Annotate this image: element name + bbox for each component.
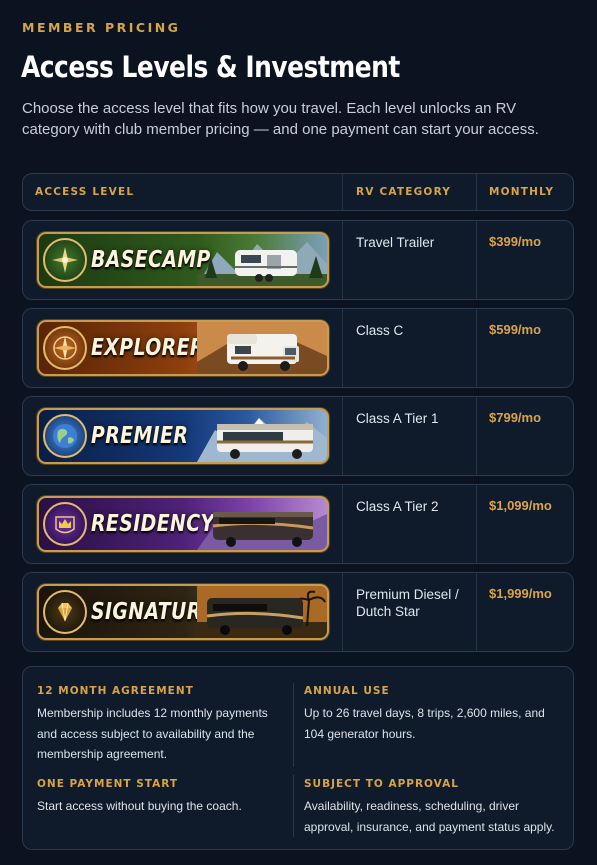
tier-banner-premier: PREMIER	[37, 408, 329, 464]
tier-row-premier[interactable]: PREMIER Class A Tier 1 $799/mo	[22, 396, 574, 476]
tier-row-explorer[interactable]: EXPLORER Class C $599/mo	[22, 308, 574, 388]
column-divider	[476, 485, 477, 563]
travel-trailer-image	[197, 242, 327, 286]
tier-name: EXPLORER	[91, 335, 205, 361]
column-divider	[342, 174, 343, 210]
monthly-price: $1,999/mo	[489, 586, 552, 601]
column-divider	[476, 397, 477, 475]
rv-category: Class C	[356, 323, 404, 338]
globe-icon	[43, 414, 87, 458]
column-divider	[342, 309, 343, 387]
approval-body: Availability, readiness, scheduling, dri…	[304, 799, 555, 834]
monthly-price: $1,099/mo	[489, 498, 552, 513]
page-title: Access Levels & Investment	[21, 50, 400, 84]
tier-banner-basecamp: BASECAMP	[37, 232, 329, 288]
tier-banner-signature: SIGNATURE	[37, 584, 329, 640]
panel-divider	[293, 683, 294, 767]
tier-banner-explorer: EXPLORER	[37, 320, 329, 376]
tier-row-basecamp[interactable]: BASECAMP Travel Trailer $399/mo	[22, 220, 574, 300]
page-subtitle: Choose the access level that fits how yo…	[22, 100, 539, 138]
agreement-body: Membership includes 12 monthly payments …	[37, 706, 268, 761]
column-divider	[476, 309, 477, 387]
tier-name: PREMIER	[91, 423, 189, 449]
column-divider	[342, 573, 343, 651]
compass-icon	[43, 326, 87, 370]
column-divider	[476, 174, 477, 210]
rv-category: Premium Diesel / Dutch Star	[356, 587, 459, 619]
monthly-price: $399/mo	[489, 234, 542, 249]
column-divider	[476, 573, 477, 651]
payment-start-body: Start access without buying the coach.	[37, 799, 242, 813]
approval-heading: SUBJECT TO APPROVAL	[304, 778, 459, 790]
class-a-rv-image	[197, 418, 327, 462]
premium-diesel-coach-image	[197, 586, 327, 638]
tier-row-signature[interactable]: SIGNATURE Premium Diesel / Dutch Star $1…	[22, 572, 574, 652]
rv-category: Class A Tier 2	[356, 499, 439, 514]
column-divider	[342, 221, 343, 299]
tier-row-residency[interactable]: RESIDENCY Class A Tier 2 $1,099/mo	[22, 484, 574, 564]
payment-start-heading: ONE PAYMENT START	[37, 778, 179, 790]
agreement-heading: 12 MONTH AGREEMENT	[37, 685, 194, 697]
compass-icon	[43, 238, 87, 282]
rv-category: Travel Trailer	[356, 235, 435, 250]
tier-name: BASECAMP	[91, 247, 211, 273]
tier-name: RESIDENCY	[91, 511, 215, 537]
crown-icon	[43, 502, 87, 546]
terms-panel: 12 MONTH AGREEMENT Membership includes 1…	[22, 666, 574, 850]
table-header: ACCESS LEVEL RV CATEGORY MONTHLY	[22, 173, 574, 211]
annual-use-heading: ANNUAL USE	[304, 685, 390, 697]
monthly-price: $799/mo	[489, 410, 542, 425]
eyebrow-label: MEMBER PRICING	[22, 20, 181, 35]
tier-banner-residency: RESIDENCY	[37, 496, 329, 552]
header-rv-category: RV CATEGORY	[356, 186, 452, 198]
rv-category: Class A Tier 1	[356, 411, 439, 426]
column-divider	[342, 485, 343, 563]
monthly-price: $599/mo	[489, 322, 542, 337]
class-c-rv-image	[197, 322, 327, 374]
panel-divider	[293, 775, 294, 837]
column-divider	[476, 221, 477, 299]
diamond-icon	[43, 590, 87, 634]
header-access-level: ACCESS LEVEL	[35, 186, 135, 198]
column-divider	[342, 397, 343, 475]
header-monthly: MONTHLY	[489, 186, 555, 198]
annual-use-body: Up to 26 travel days, 8 trips, 2,600 mil…	[304, 706, 545, 741]
luxury-coach-image	[197, 510, 327, 550]
